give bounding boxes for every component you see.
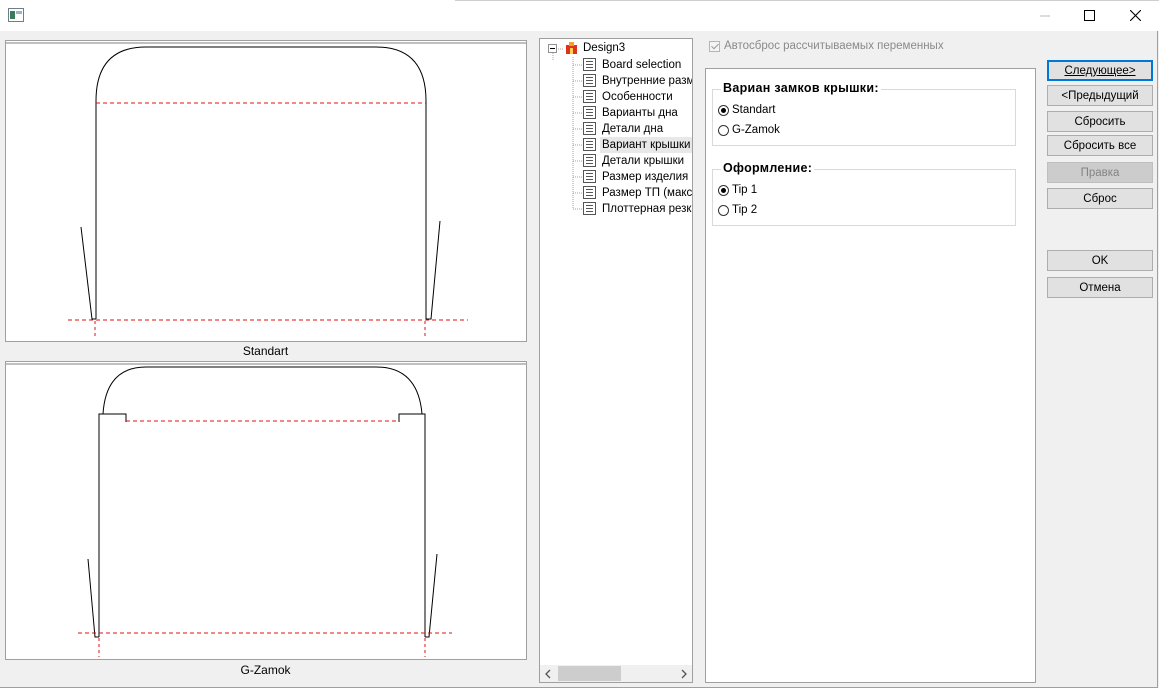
design-tree[interactable]: Design3 Board selection Внутренние разме О… <box>539 38 693 683</box>
tree-item-icon <box>583 122 596 135</box>
scroll-left-icon[interactable] <box>544 668 552 682</box>
design-option-label: Tip 2 <box>732 204 758 216</box>
options-panel: Вариан замков крышки: Standart G-Zamok О… <box>705 68 1036 683</box>
tree-item-8[interactable]: Размер ТП (макс Г <box>600 185 692 201</box>
autoreset-checkbox-row[interactable]: Автосброс рассчитываемых переменных <box>709 38 944 54</box>
tree-item-icon <box>583 138 596 151</box>
design-group: Оформление: Tip 1 Tip 2 <box>712 161 1016 226</box>
design-option-tip2[interactable]: Tip 2 <box>718 202 757 218</box>
tree-item-icon <box>583 170 596 183</box>
design-radio-0[interactable] <box>718 184 729 196</box>
tree-connector <box>573 80 583 82</box>
app-window-icon <box>8 8 24 22</box>
cancel-button[interactable]: Отмена <box>1047 277 1153 298</box>
minimize-icon <box>1040 15 1050 16</box>
tree-connector <box>573 64 583 66</box>
next-button[interactable]: Следующее> <box>1047 60 1153 81</box>
tree-item-5[interactable]: Вариант крышки <box>600 137 692 153</box>
tree-item-2[interactable]: Особенности <box>600 89 675 105</box>
tree-item-icon <box>583 186 596 199</box>
design-root-icon <box>566 42 577 54</box>
reset-all-button[interactable]: Сбросить все <box>1047 135 1153 156</box>
tree-item-7[interactable]: Размер изделия <box>600 169 690 185</box>
lock-variant-title: Вариан замков крышки: <box>721 81 881 95</box>
tree-connector <box>573 112 583 114</box>
tree-item-icon <box>583 202 596 215</box>
preview-standart[interactable] <box>5 40 527 342</box>
design-option-label: Tip 1 <box>732 184 758 196</box>
tree-connector <box>573 128 583 130</box>
title-bar <box>0 0 1159 31</box>
next-button-label: Следующее> <box>1064 64 1136 77</box>
preview-label-standart: Standart <box>5 342 526 360</box>
tree-item-icon <box>583 154 596 167</box>
previous-button[interactable]: <Предыдущий <box>1047 85 1153 106</box>
tree-connector <box>573 160 583 162</box>
design-option-tip1[interactable]: Tip 1 <box>718 182 757 198</box>
minimize-button[interactable] <box>1022 0 1068 31</box>
tree-connector <box>573 96 583 98</box>
lock-option-label: Standart <box>732 104 776 116</box>
close-icon <box>1129 10 1141 21</box>
reset-button[interactable]: Сбросить <box>1047 111 1153 132</box>
tree-item-icon <box>583 58 596 71</box>
edit-button[interactable]: Правка <box>1047 162 1153 183</box>
preview-label-g-zamok: G-Zamok <box>5 661 526 679</box>
tree-item-icon <box>583 90 596 103</box>
tree-collapse-toggle[interactable] <box>548 44 557 53</box>
tree-item-icon <box>583 106 596 119</box>
tree-connector <box>573 176 583 178</box>
scroll-right-icon[interactable] <box>680 668 688 682</box>
g-zamok-lid-drawing <box>6 363 526 657</box>
clear-button[interactable]: Сброс <box>1047 188 1153 209</box>
preview-g-zamok[interactable] <box>5 361 527 660</box>
tree-item-0[interactable]: Board selection <box>600 57 683 73</box>
lock-radio-1[interactable] <box>718 124 729 136</box>
tree-horizontal-scrollbar[interactable] <box>540 665 692 682</box>
lock-variant-group: Вариан замков крышки: Standart G-Zamok <box>712 81 1016 146</box>
lock-option-standart[interactable]: Standart <box>718 102 775 118</box>
lock-option-g-zamok[interactable]: G-Zamok <box>718 122 780 138</box>
standart-lid-drawing <box>6 42 526 339</box>
tree-connector <box>573 144 583 146</box>
tree-item-icon <box>583 74 596 87</box>
autoreset-checkbox[interactable] <box>709 40 720 52</box>
design-radio-1[interactable] <box>718 204 729 216</box>
autoreset-label: Автосброс рассчитываемых переменных <box>724 40 944 52</box>
design-title: Оформление: <box>721 161 815 175</box>
close-button[interactable] <box>1112 0 1158 31</box>
lock-option-label: G-Zamok <box>732 124 780 136</box>
maximize-button[interactable] <box>1066 0 1112 31</box>
tree-item-1[interactable]: Внутренние разме <box>600 73 692 89</box>
tree-item-9[interactable]: Плоттерная резка <box>600 201 692 217</box>
lock-radio-0[interactable] <box>718 104 729 116</box>
tree-item-6[interactable]: Детали крышки <box>600 153 686 169</box>
tree-item-3[interactable]: Варианты дна <box>600 105 680 121</box>
tree-connector <box>573 192 583 194</box>
scroll-thumb[interactable] <box>558 666 621 681</box>
maximize-icon <box>1083 10 1095 21</box>
tree-item-4[interactable]: Детали дна <box>600 121 665 137</box>
tree-connector <box>573 208 583 210</box>
tree-root-label[interactable]: Design3 <box>583 40 625 56</box>
ok-button[interactable]: OK <box>1047 250 1153 271</box>
